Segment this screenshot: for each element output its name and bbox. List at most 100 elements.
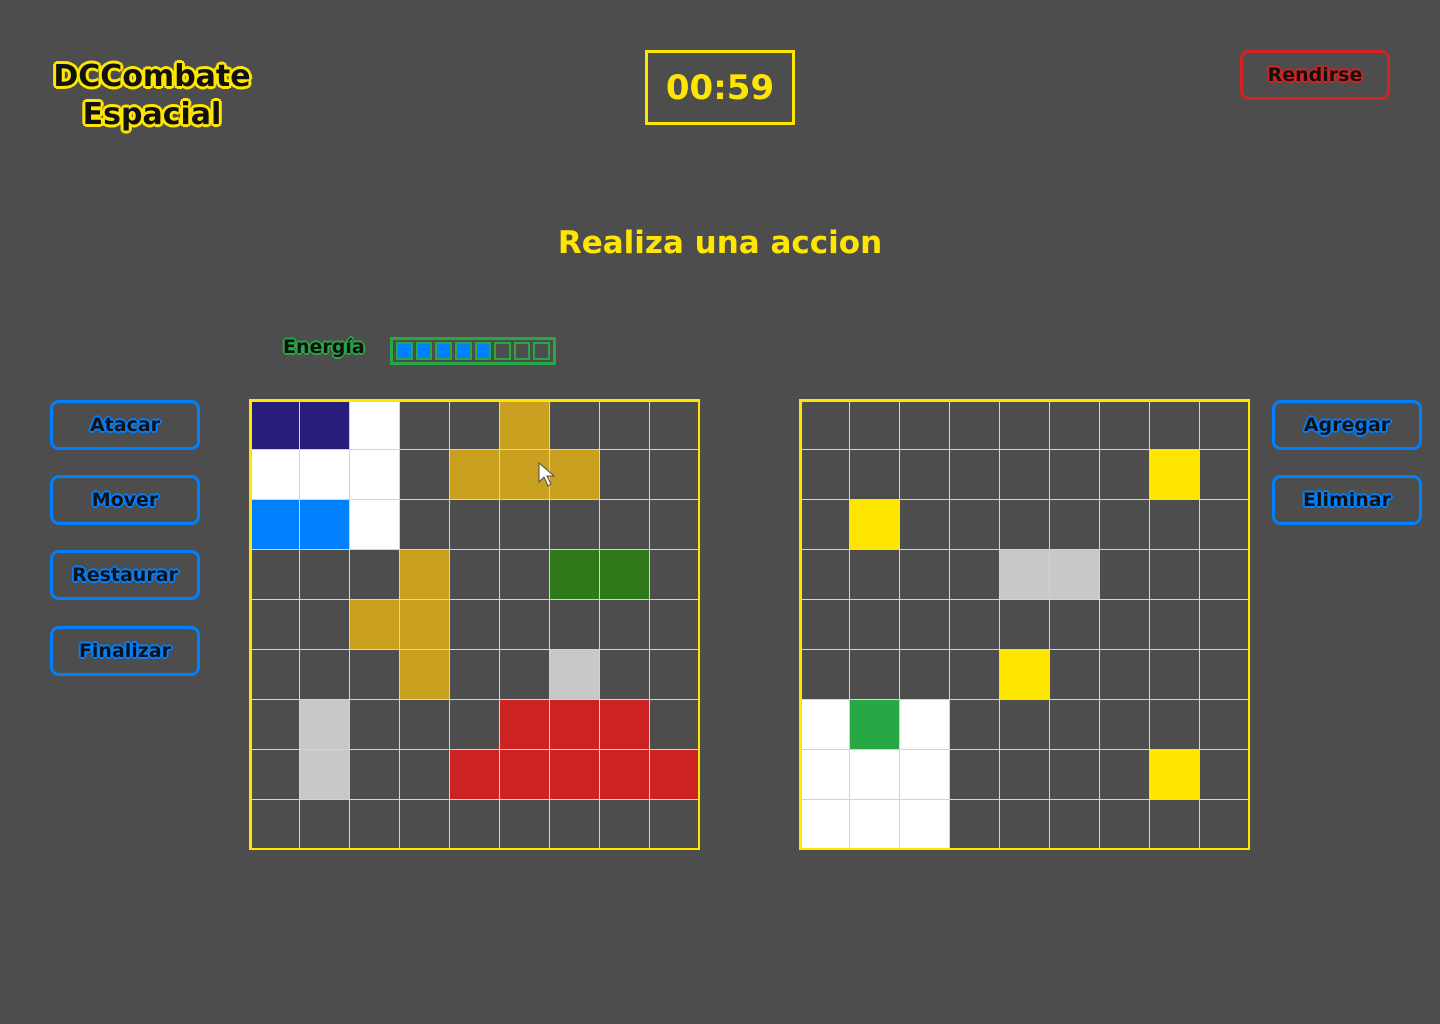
enemy-board-cell[interactable] xyxy=(799,749,850,800)
player-board-cell[interactable] xyxy=(549,499,600,550)
enemy-board-cell[interactable] xyxy=(1199,749,1250,800)
player-board-cell[interactable] xyxy=(299,599,350,650)
player-board-cell[interactable] xyxy=(249,749,300,800)
player-board-cell[interactable] xyxy=(249,599,300,650)
enemy-board-cell[interactable] xyxy=(1149,699,1200,750)
player-board-cell[interactable] xyxy=(649,499,700,550)
enemy-board-cell[interactable] xyxy=(899,399,950,450)
enemy-board-cell[interactable] xyxy=(1149,749,1200,800)
player-board-cell[interactable] xyxy=(399,449,450,500)
finish-button[interactable]: Finalizar xyxy=(50,626,200,676)
player-board-cell[interactable] xyxy=(499,799,550,850)
add-button[interactable]: Agregar xyxy=(1272,400,1422,450)
surrender-button[interactable]: Rendirse xyxy=(1240,50,1390,100)
player-board-cell[interactable] xyxy=(599,549,650,600)
player-board-cell[interactable] xyxy=(449,699,500,750)
enemy-board-cell[interactable] xyxy=(899,449,950,500)
enemy-board-cell[interactable] xyxy=(849,749,900,800)
player-board-cell[interactable] xyxy=(299,499,350,550)
player-board-cell[interactable] xyxy=(299,699,350,750)
player-board-cell[interactable] xyxy=(499,499,550,550)
player-board-cell[interactable] xyxy=(599,699,650,750)
player-board-cell[interactable] xyxy=(399,799,450,850)
enemy-board-cell[interactable] xyxy=(1199,599,1250,650)
player-board-cell[interactable] xyxy=(349,699,400,750)
player-board-cell[interactable] xyxy=(249,649,300,700)
player-board-cell[interactable] xyxy=(399,649,450,700)
player-board-cell[interactable] xyxy=(649,749,700,800)
player-board-cell[interactable] xyxy=(499,599,550,650)
enemy-board-cell[interactable] xyxy=(999,749,1050,800)
enemy-board-cell[interactable] xyxy=(1049,799,1100,850)
enemy-board-cell[interactable] xyxy=(1149,449,1200,500)
enemy-board-cell[interactable] xyxy=(949,699,1000,750)
player-board-cell[interactable] xyxy=(399,699,450,750)
enemy-board-cell[interactable] xyxy=(1049,749,1100,800)
enemy-board-cell[interactable] xyxy=(1199,649,1250,700)
enemy-board-cell[interactable] xyxy=(849,499,900,550)
player-board-cell[interactable] xyxy=(449,799,500,850)
enemy-board-cell[interactable] xyxy=(1199,699,1250,750)
enemy-board-cell[interactable] xyxy=(849,799,900,850)
enemy-board-cell[interactable] xyxy=(949,499,1000,550)
player-board-cell[interactable] xyxy=(249,549,300,600)
player-board-cell[interactable] xyxy=(299,749,350,800)
enemy-board-cell[interactable] xyxy=(899,549,950,600)
player-board-cell[interactable] xyxy=(399,599,450,650)
player-board-cell[interactable] xyxy=(449,599,500,650)
player-board-cell[interactable] xyxy=(399,549,450,600)
enemy-board-cell[interactable] xyxy=(949,599,1000,650)
player-board-cell[interactable] xyxy=(499,699,550,750)
enemy-board-cell[interactable] xyxy=(1099,499,1150,550)
enemy-board-cell[interactable] xyxy=(949,649,1000,700)
enemy-board-cell[interactable] xyxy=(999,649,1050,700)
enemy-board-cell[interactable] xyxy=(1049,499,1100,550)
player-board-cell[interactable] xyxy=(499,549,550,600)
enemy-board-cell[interactable] xyxy=(1049,649,1100,700)
player-board-cell[interactable] xyxy=(599,399,650,450)
player-board-cell[interactable] xyxy=(549,449,600,500)
player-board-cell[interactable] xyxy=(299,399,350,450)
player-board-cell[interactable] xyxy=(599,599,650,650)
player-board-cell[interactable] xyxy=(499,399,550,450)
enemy-board-cell[interactable] xyxy=(899,499,950,550)
enemy-board-cell[interactable] xyxy=(899,799,950,850)
player-board-cell[interactable] xyxy=(549,799,600,850)
enemy-board-cell[interactable] xyxy=(1149,549,1200,600)
enemy-board-cell[interactable] xyxy=(1149,799,1200,850)
enemy-board-cell[interactable] xyxy=(1099,649,1150,700)
enemy-board-cell[interactable] xyxy=(1049,449,1100,500)
enemy-board-cell[interactable] xyxy=(1149,499,1200,550)
player-board-cell[interactable] xyxy=(549,749,600,800)
enemy-board-cell[interactable] xyxy=(949,749,1000,800)
enemy-board-cell[interactable] xyxy=(899,699,950,750)
enemy-board-cell[interactable] xyxy=(1199,499,1250,550)
enemy-board-cell[interactable] xyxy=(1099,749,1150,800)
enemy-board-cell[interactable] xyxy=(899,599,950,650)
enemy-board-cell[interactable] xyxy=(1149,399,1200,450)
enemy-board-cell[interactable] xyxy=(1099,599,1150,650)
player-board-cell[interactable] xyxy=(349,549,400,600)
enemy-board-cell[interactable] xyxy=(849,599,900,650)
attack-button[interactable]: Atacar xyxy=(50,400,200,450)
enemy-board-cell[interactable] xyxy=(999,699,1050,750)
player-board-cell[interactable] xyxy=(649,549,700,600)
enemy-board-cell[interactable] xyxy=(1099,699,1150,750)
enemy-board-cell[interactable] xyxy=(1199,449,1250,500)
move-button[interactable]: Mover xyxy=(50,475,200,525)
enemy-board-cell[interactable] xyxy=(949,799,1000,850)
player-board-cell[interactable] xyxy=(449,649,500,700)
player-board-cell[interactable] xyxy=(649,699,700,750)
player-board-cell[interactable] xyxy=(299,449,350,500)
player-board-cell[interactable] xyxy=(649,399,700,450)
enemy-board-cell[interactable] xyxy=(1149,599,1200,650)
player-board-cell[interactable] xyxy=(499,649,550,700)
enemy-board-cell[interactable] xyxy=(1049,699,1100,750)
enemy-board-cell[interactable] xyxy=(1049,549,1100,600)
enemy-board-cell[interactable] xyxy=(799,699,850,750)
player-board-cell[interactable] xyxy=(349,749,400,800)
enemy-board-cell[interactable] xyxy=(949,449,1000,500)
enemy-board-cell[interactable] xyxy=(849,549,900,600)
enemy-board-cell[interactable] xyxy=(849,649,900,700)
enemy-board-cell[interactable] xyxy=(999,399,1050,450)
